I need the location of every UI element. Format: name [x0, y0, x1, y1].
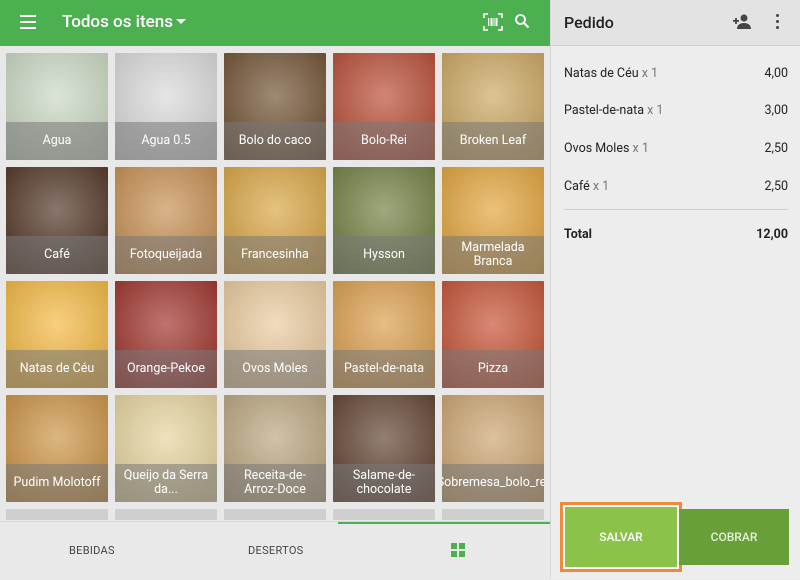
catalog-panel: Todos os itens Agua Agua 0.5 Bolo do caco B… — [0, 0, 550, 580]
product-tile-partial[interactable] — [333, 509, 435, 520]
product-tile[interactable]: Sobremesa_bolo_rei — [442, 395, 544, 502]
product-tile[interactable]: Café — [6, 167, 108, 274]
total-value: 12,00 — [756, 227, 788, 242]
product-label: Hysson — [333, 236, 435, 274]
barcode-icon[interactable] — [483, 13, 503, 31]
product-label: Pudim Molotoff — [6, 464, 108, 502]
product-tile[interactable]: Agua — [6, 53, 108, 160]
product-label: Bolo do caco — [224, 122, 326, 160]
menu-icon[interactable] — [20, 15, 36, 29]
product-tile[interactable]: Agua 0.5 — [115, 53, 217, 160]
tab-desertos[interactable]: DESERTOS — [248, 544, 304, 557]
order-line-price: 2,50 — [764, 179, 788, 194]
order-line-qty: x 1 — [592, 179, 610, 194]
order-header: Pedido — [551, 0, 800, 46]
product-label: Salame-de-chocolate — [333, 464, 435, 502]
total-divider — [564, 209, 788, 210]
product-label: Bolo-Rei — [333, 122, 435, 160]
product-label: Francesinha — [224, 236, 326, 274]
product-tile[interactable]: Natas de Céu — [6, 281, 108, 388]
product-tile[interactable]: Bolo do caco — [224, 53, 326, 160]
category-tabs: BEBIDAS DESERTOS — [0, 521, 550, 580]
add-person-icon[interactable] — [732, 13, 752, 31]
product-tile-partial[interactable] — [6, 509, 108, 520]
order-title: Pedido — [564, 13, 614, 32]
product-tile[interactable]: Pizza — [442, 281, 544, 388]
product-tile[interactable]: Bolo-Rei — [333, 53, 435, 160]
order-line-price: 2,50 — [764, 141, 788, 156]
tab-bebidas[interactable]: BEBIDAS — [69, 544, 115, 557]
product-label: Fotoqueijada — [115, 236, 217, 274]
product-tile[interactable]: Marmelada Branca — [442, 167, 544, 274]
catalog-toolbar: Todos os itens — [0, 0, 550, 46]
product-label: Orange-Pekoe — [115, 350, 217, 388]
product-label: Receita-de-Arroz-Doce — [224, 464, 326, 502]
order-panel: Pedido Natas de Céu x 1 4,00 Pastel-de-n… — [550, 0, 800, 579]
product-label: Queijo da Serra da... — [115, 464, 217, 502]
order-line-qty: x 1 — [632, 141, 649, 156]
product-tile[interactable]: Francesinha — [224, 167, 326, 274]
order-line-qty: x 1 — [641, 66, 659, 81]
search-icon[interactable] — [514, 13, 530, 29]
more-vertical-icon[interactable] — [776, 14, 780, 30]
product-tile[interactable]: Pudim Molotoff — [6, 395, 108, 502]
product-label: Sobremesa_bolo_rei — [442, 464, 544, 502]
product-label: Agua — [6, 122, 108, 160]
product-label: Pizza — [442, 350, 544, 388]
order-line-name: Ovos Moles — [564, 141, 630, 156]
save-button[interactable]: SALVAR — [560, 502, 682, 572]
order-line-price: 4,00 — [764, 66, 788, 81]
product-tile[interactable]: Queijo da Serra da... — [115, 395, 217, 502]
product-label: Pastel-de-nata — [333, 350, 435, 388]
product-tile-partial[interactable] — [115, 509, 217, 520]
product-tile[interactable]: Fotoqueijada — [115, 167, 217, 274]
product-label: Ovos Moles — [224, 350, 326, 388]
product-tile[interactable]: Orange-Pekoe — [115, 281, 217, 388]
order-line-qty: x 1 — [647, 103, 664, 118]
charge-button[interactable]: COBRAR — [679, 509, 789, 565]
order-line-price: 3,00 — [764, 103, 788, 118]
product-tile[interactable]: Hysson — [333, 167, 435, 274]
product-tile-partial[interactable] — [442, 509, 544, 520]
product-tile[interactable]: Receita-de-Arroz-Doce — [224, 395, 326, 502]
product-label: Café — [6, 236, 108, 274]
product-tile[interactable]: Ovos Moles — [224, 281, 326, 388]
order-total: Total 12,00 — [564, 227, 788, 242]
order-line-name: Café — [564, 179, 590, 194]
total-label: Total — [564, 227, 592, 242]
order-line-name: Pastel-de-nata — [564, 103, 645, 118]
product-tile-partial[interactable] — [224, 509, 326, 520]
product-tile[interactable]: Pastel-de-nata — [333, 281, 435, 388]
product-label: Marmelada Branca — [442, 236, 544, 274]
order-line[interactable]: Café x 1 2,50 — [564, 179, 788, 194]
order-line-name: Natas de Céu — [564, 66, 639, 81]
product-label: Broken Leaf — [442, 122, 544, 160]
product-label: Natas de Céu — [6, 350, 108, 388]
chevron-down-icon[interactable] — [176, 19, 186, 24]
category-selector-title[interactable]: Todos os itens — [62, 12, 173, 32]
product-tile[interactable]: Broken Leaf — [442, 53, 544, 160]
product-tile[interactable]: Salame-de-chocolate — [333, 395, 435, 502]
tab-indicator — [338, 522, 550, 524]
order-line[interactable]: Pastel-de-nata x 1 3,00 — [564, 103, 788, 118]
order-line[interactable]: Ovos Moles x 1 2,50 — [564, 141, 788, 156]
order-line[interactable]: Natas de Céu x 1 4,00 — [564, 66, 788, 81]
grid-view-icon[interactable] — [451, 543, 465, 557]
product-label: Agua 0.5 — [115, 122, 217, 160]
